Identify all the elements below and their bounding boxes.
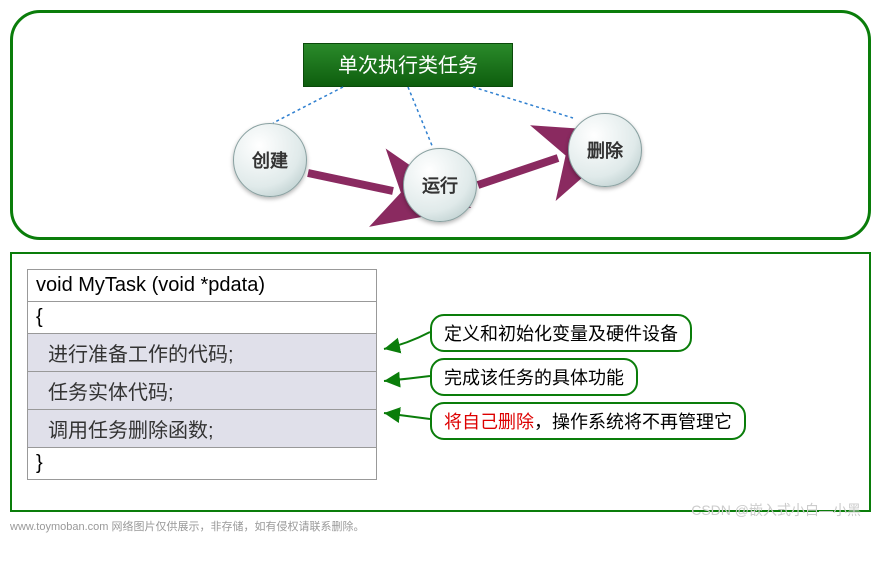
footer-note: 网络图片仅供展示，非存储，如有侵权请联系删除。 xyxy=(112,521,365,533)
watermark: CSDN @嵌入式小白—小黑 xyxy=(691,500,861,520)
code-signature: void MyTask (void *pdata) xyxy=(28,270,377,302)
node-run: 运行 xyxy=(403,148,477,222)
code-table: void MyTask (void *pdata) { 进行准备工作的代码; 任… xyxy=(27,269,377,480)
code-line-2: 任务实体代码; xyxy=(28,372,377,410)
callout-1: 定义和初始化变量及硬件设备 xyxy=(430,314,692,352)
node-create: 创建 xyxy=(233,123,307,197)
node-delete: 删除 xyxy=(568,113,642,187)
code-line-3: 调用任务删除函数; xyxy=(28,410,377,448)
callout-2: 完成该任务的具体功能 xyxy=(430,358,638,396)
code-panel: void MyTask (void *pdata) { 进行准备工作的代码; 任… xyxy=(10,252,871,512)
callout-3: 将自己删除，操作系统将不再管理它 xyxy=(430,402,746,440)
flow-panel: 单次执行类任务 创建 运行 删除 xyxy=(10,10,871,240)
code-close-brace: } xyxy=(28,448,377,480)
code-open-brace: { xyxy=(28,302,377,334)
callout-3-highlight: 将自己删除 xyxy=(444,412,534,432)
callout-3-rest: ，操作系统将不再管理它 xyxy=(534,412,732,432)
footer-site: www.toymoban.com xyxy=(10,521,108,533)
footer: www.toymoban.com 网络图片仅供展示，非存储，如有侵权请联系删除。… xyxy=(10,518,871,534)
code-line-1: 进行准备工作的代码; xyxy=(28,334,377,372)
flow-title: 单次执行类任务 xyxy=(303,43,513,87)
